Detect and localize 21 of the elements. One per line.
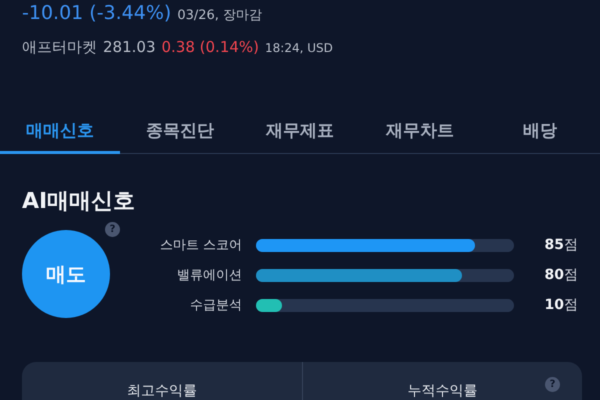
- after-market-info: 18:24, USD: [265, 41, 333, 55]
- quote-date: 03/26, 장마감: [177, 7, 262, 24]
- column-heading: 최고수익률: [126, 383, 197, 399]
- tab[interactable]: 재무차트: [360, 109, 480, 154]
- verdict-badge: 매도: [22, 230, 110, 318]
- after-market-price: 281.03: [103, 38, 156, 56]
- tab[interactable]: 종목진단: [120, 109, 240, 154]
- tab[interactable]: 매매신호: [0, 109, 120, 154]
- column-heading: 누적수익률: [407, 383, 478, 399]
- price-change: -10.01 (-3.44%): [22, 2, 172, 24]
- tab[interactable]: 배당: [480, 109, 600, 154]
- after-market-label: 애프터마켓: [22, 38, 97, 57]
- section-title: AI매매신호: [21, 188, 136, 216]
- metric-label: 밸류에이션: [176, 267, 242, 284]
- metric-label: 수급분석: [189, 297, 242, 314]
- metric-label: 스마트 스코어: [158, 237, 242, 254]
- metric-score: 80점: [544, 266, 578, 284]
- metric-score: 85점: [544, 236, 578, 254]
- after-market-change: 0.38 (0.14%): [162, 38, 260, 56]
- metric-score: 10점: [544, 296, 578, 314]
- tab[interactable]: 재무제표: [240, 109, 360, 154]
